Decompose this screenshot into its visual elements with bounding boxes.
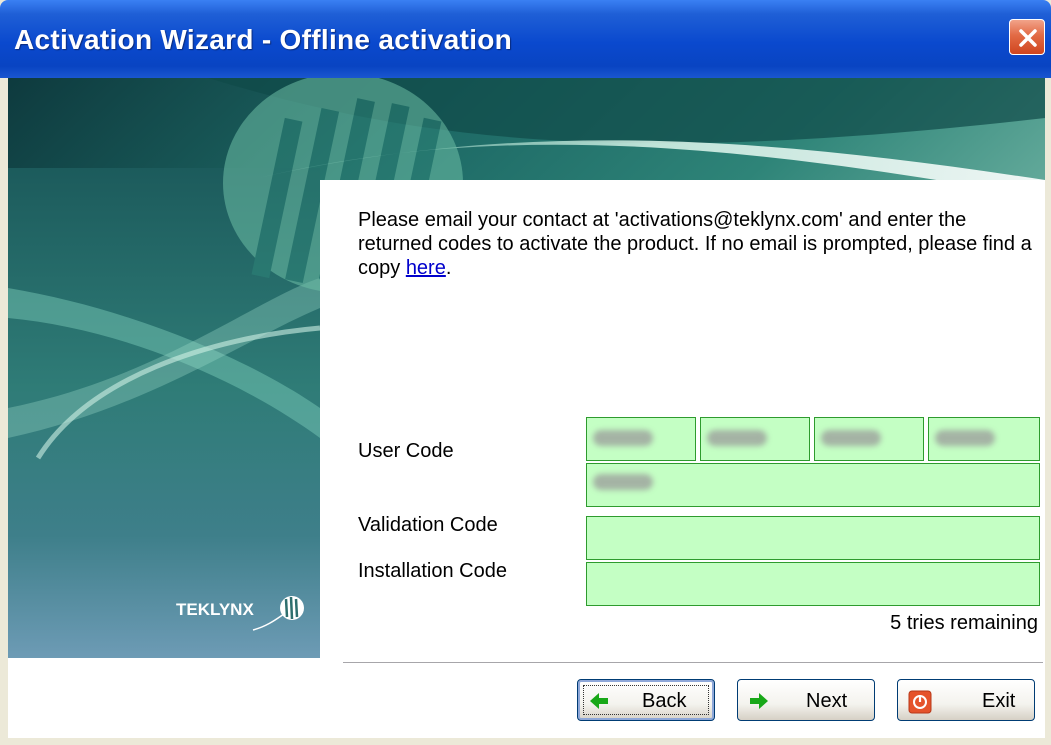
close-icon: [1019, 29, 1037, 47]
svg-text:TEKLYNX: TEKLYNX: [176, 600, 254, 619]
close-button[interactable]: [1009, 19, 1045, 55]
validation-code-label: Validation Code: [358, 514, 498, 536]
redacted-value: [935, 430, 995, 446]
title-bar[interactable]: Activation Wizard - Offline activation: [0, 0, 1051, 78]
arrow-left-icon: [590, 693, 608, 709]
user-code-field-5[interactable]: [586, 463, 1040, 507]
user-code-field-4[interactable]: [928, 417, 1040, 461]
activation-wizard-window: Activation Wizard - Offline activation T…: [0, 0, 1051, 745]
back-button[interactable]: Back: [577, 679, 715, 721]
user-code-label: User Code: [358, 440, 454, 462]
tries-remaining-text: 5 tries remaining: [890, 612, 1038, 634]
next-label: Next: [806, 690, 848, 712]
exit-button[interactable]: Exit: [897, 679, 1035, 721]
back-label: Back: [642, 690, 687, 712]
exit-label: Exit: [982, 690, 1016, 712]
instructions-end: .: [445, 257, 452, 279]
validation-code-field[interactable]: [586, 516, 1040, 560]
email-copy-link[interactable]: here: [406, 257, 446, 279]
user-code-field-3[interactable]: [814, 417, 924, 461]
installation-code-field[interactable]: [586, 562, 1040, 606]
redacted-value: [707, 430, 767, 446]
installation-code-label: Installation Code: [358, 560, 507, 582]
window-title: Activation Wizard - Offline activation: [14, 24, 513, 55]
redacted-value: [593, 430, 653, 446]
user-code-field-2[interactable]: [700, 417, 810, 461]
user-code-field-1[interactable]: [586, 417, 696, 461]
instructions-body: Please email your contact at 'activation…: [358, 209, 1032, 279]
next-button[interactable]: Next: [737, 679, 875, 721]
button-divider: [343, 662, 1043, 664]
redacted-value: [821, 430, 881, 446]
instructions-text: Please email your contact at 'activation…: [358, 208, 1038, 280]
arrow-right-icon: [750, 693, 768, 709]
exit-icon: [908, 690, 932, 714]
redacted-value: [593, 474, 653, 490]
